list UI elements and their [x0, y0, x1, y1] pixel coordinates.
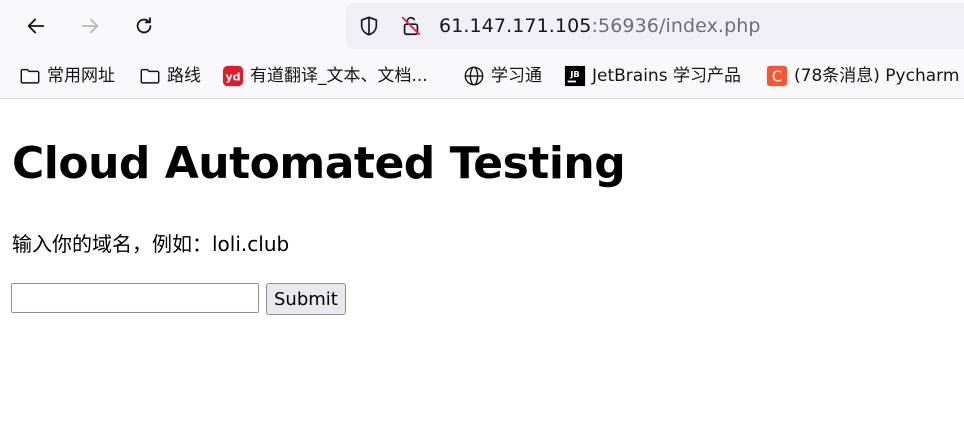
bookmark-folder-route[interactable]: 路线 [139, 64, 201, 88]
bookmark-xuexitong[interactable]: 学习通 [463, 64, 542, 88]
domain-input[interactable] [11, 283, 259, 313]
globe-icon [464, 66, 484, 86]
domain-prompt: 输入你的域名，例如：loli.club [12, 232, 290, 256]
youdao-logo-icon: yd [222, 65, 244, 87]
url-host: 61.147.171.105 [439, 15, 592, 37]
address-bar[interactable]: 61.147.171.105:56936/index.php [346, 3, 964, 49]
bookmark-folder-common[interactable]: 常用网址 [19, 64, 115, 88]
folder-icon [20, 68, 40, 84]
bookmark-label: (78条消息) Pycharm [794, 66, 960, 86]
bookmarks-toolbar: 常用网址 路线 yd 有道翻译_文本、文档... 学习通 JB JetBrain… [0, 54, 964, 98]
browser-chrome: 61.147.171.105:56936/index.php 常用网址 路线 y… [0, 0, 964, 99]
arrow-right-icon [81, 18, 99, 34]
submit-button[interactable]: Submit [266, 283, 346, 315]
folder-icon [140, 68, 160, 84]
insecure-lock-icon[interactable] [400, 15, 422, 37]
svg-text:JB: JB [569, 69, 579, 79]
bookmark-label: JetBrains 学习产品 [592, 66, 741, 86]
bookmark-csdn[interactable]: C (78条消息) Pycharm [766, 64, 959, 88]
svg-text:yd: yd [225, 71, 240, 84]
page-title: Cloud Automated Testing [12, 138, 626, 189]
csdn-logo-icon: C [766, 65, 788, 87]
url-path: :56936/index.php [591, 15, 761, 37]
browser-toolbar: 61.147.171.105:56936/index.php [0, 0, 964, 54]
bookmark-youdao[interactable]: yd 有道翻译_文本、文档... [222, 64, 428, 88]
bookmark-label: 学习通 [491, 66, 542, 86]
bookmark-label: 路线 [167, 66, 201, 86]
forward-button[interactable] [73, 9, 107, 43]
bookmark-label: 有道翻译_文本、文档... [250, 66, 428, 86]
arrow-left-icon [27, 18, 45, 34]
svg-text:C: C [772, 69, 782, 86]
back-button[interactable] [19, 9, 53, 43]
jetbrains-logo-icon: JB [564, 65, 586, 87]
bookmark-jetbrains[interactable]: JB JetBrains 学习产品 [564, 64, 741, 88]
url-text[interactable]: 61.147.171.105:56936/index.php [439, 15, 761, 37]
reload-button[interactable] [127, 9, 161, 43]
shield-icon[interactable] [358, 15, 380, 37]
reload-icon [136, 17, 152, 34]
bookmark-label: 常用网址 [47, 66, 115, 86]
